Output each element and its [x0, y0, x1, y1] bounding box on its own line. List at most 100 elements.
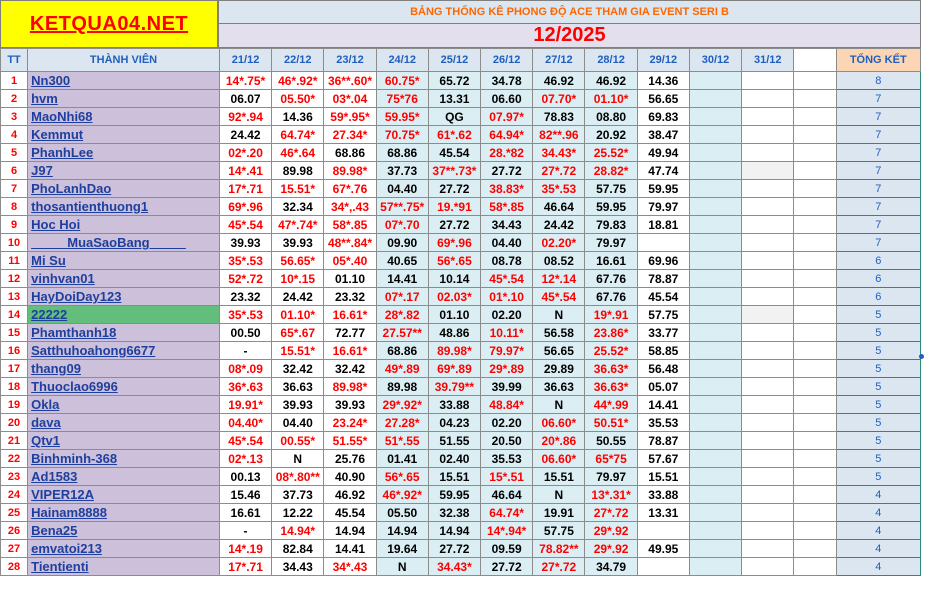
score-cell: 45.54: [427, 143, 482, 162]
member-link[interactable]: Satthuhoahong6677: [31, 343, 155, 358]
member-link[interactable]: Nn300: [31, 73, 70, 88]
member-link[interactable]: 22222: [31, 307, 67, 322]
table-row: 26 Bena25-14.94* 14.94 14.94 14.94 14*.94* 57.…: [0, 521, 922, 540]
score-cell: 12*.14: [532, 269, 586, 288]
total-cell[interactable]: 7: [835, 233, 922, 252]
member-link[interactable]: Hoc Hoi: [31, 217, 80, 232]
score-cell: 15.51*: [271, 341, 325, 360]
member-link[interactable]: Tientienti: [31, 559, 89, 574]
total-cell[interactable]: 7: [835, 197, 922, 216]
spacer-cell: [793, 449, 837, 468]
member-link[interactable]: Thuoclao6996: [31, 379, 118, 394]
member-cell: Satthuhoahong6677: [27, 341, 220, 360]
score-cell: 36.63: [532, 377, 586, 396]
total-cell[interactable]: 6: [835, 269, 922, 288]
score-cell: 14.41: [375, 269, 429, 288]
member-link[interactable]: vinhvan01: [31, 271, 95, 286]
score-cell: 45*.54: [218, 431, 273, 450]
score-cell: 36.63*: [584, 377, 638, 396]
header-date: 29/12: [636, 48, 690, 72]
total-cell[interactable]: 5: [835, 323, 922, 342]
empty-cell-3112: [741, 539, 795, 558]
member-link[interactable]: VIPER12A: [31, 487, 94, 502]
score-cell: 10*.15: [271, 269, 325, 288]
total-cell[interactable]: 7: [835, 125, 922, 144]
score-cell: 14.94: [427, 521, 482, 540]
empty-cell-3112: [741, 377, 795, 396]
row-number: 21: [0, 431, 29, 450]
total-cell[interactable]: 8: [835, 71, 922, 90]
member-link[interactable]: emvatoi213: [31, 541, 102, 556]
total-cell[interactable]: 4: [835, 521, 922, 540]
empty-cell-3112: [741, 251, 795, 270]
total-cell[interactable]: 4: [835, 539, 922, 558]
empty-cell-3112: [741, 125, 795, 144]
member-link[interactable]: Hainam8888: [31, 505, 107, 520]
member-link[interactable]: thosantienthuong1: [31, 199, 148, 214]
score-cell: 14*.19: [218, 539, 273, 558]
member-link[interactable]: Kemmut: [31, 127, 83, 142]
member-link[interactable]: thang09: [31, 361, 81, 376]
total-cell[interactable]: 5: [835, 431, 922, 450]
score-cell: 34.43*: [427, 557, 482, 576]
empty-cell-3112: [741, 413, 795, 432]
member-link[interactable]: dava: [31, 415, 61, 430]
member-link[interactable]: Mi Su: [31, 253, 66, 268]
member-link[interactable]: PhanhLee: [31, 145, 93, 160]
total-cell[interactable]: 5: [835, 395, 922, 414]
total-cell[interactable]: 5: [835, 305, 922, 324]
score-cell: 13.31: [427, 89, 482, 108]
member-link[interactable]: J97: [31, 163, 53, 178]
row-number: 18: [0, 377, 29, 396]
site-logo[interactable]: KETQUA04.NET: [0, 0, 218, 48]
member-link[interactable]: Bena25: [31, 523, 77, 538]
empty-cell-3012: [688, 377, 743, 396]
score-cell: 67*.76: [323, 179, 377, 198]
member-cell: VIPER12A: [27, 485, 220, 504]
member-link[interactable]: _____MuaSaoBang_____: [31, 235, 186, 250]
member-link[interactable]: hvm: [31, 91, 58, 106]
total-cell[interactable]: 7: [835, 215, 922, 234]
total-cell[interactable]: 4: [835, 557, 922, 576]
total-cell[interactable]: 5: [835, 359, 922, 378]
member-link[interactable]: PhoLanhDao: [31, 181, 111, 196]
score-cell: 38.47: [636, 125, 690, 144]
total-cell[interactable]: 7: [835, 89, 922, 108]
total-cell[interactable]: 5: [835, 449, 922, 468]
score-cell: 46.64: [532, 197, 586, 216]
total-cell[interactable]: 7: [835, 161, 922, 180]
table-row: 20 dava 04.40* 04.40 23.24* 27.28* 04.23 02.20 0…: [0, 413, 922, 432]
total-cell[interactable]: 5: [835, 413, 922, 432]
total-cell[interactable]: 7: [835, 179, 922, 198]
total-cell[interactable]: 5: [835, 341, 922, 360]
empty-cell-3012: [688, 557, 743, 576]
total-cell[interactable]: 4: [835, 503, 922, 522]
total-cell[interactable]: 5: [835, 377, 922, 396]
total-cell[interactable]: 5: [835, 467, 922, 486]
total-cell[interactable]: 6: [835, 287, 922, 306]
member-link[interactable]: HayDoiDay123: [31, 289, 121, 304]
score-cell: 23.24*: [323, 413, 377, 432]
member-cell: HayDoiDay123: [27, 287, 220, 306]
member-link[interactable]: MaoNhi68: [31, 109, 92, 124]
score-cell: 02.20: [480, 305, 534, 324]
empty-cell-3012: [688, 341, 743, 360]
selection-handle[interactable]: [919, 354, 924, 359]
member-link[interactable]: Phamthanh18: [31, 325, 116, 340]
total-cell[interactable]: 6: [835, 251, 922, 270]
header-date: 26/12: [480, 48, 534, 72]
member-link[interactable]: Ad1583: [31, 469, 77, 484]
score-cell: 09.90: [375, 233, 429, 252]
total-cell[interactable]: 7: [835, 143, 922, 162]
member-link[interactable]: Qtv1: [31, 433, 60, 448]
header-row: TT THÀNH VIÊN 21/12 22/12 23/12 24/12 25…: [0, 48, 922, 72]
member-link[interactable]: Binhminh-368: [31, 451, 117, 466]
total-cell[interactable]: 7: [835, 107, 922, 126]
member-link[interactable]: Okla: [31, 397, 59, 412]
empty-cell-3112: [741, 89, 795, 108]
score-cell: 39.93: [271, 233, 325, 252]
total-cell[interactable]: 4: [835, 485, 922, 504]
logo-text: KETQUA04.NET: [29, 12, 189, 35]
score-cell: 38.83*: [480, 179, 534, 198]
member-cell: thang09: [27, 359, 220, 378]
